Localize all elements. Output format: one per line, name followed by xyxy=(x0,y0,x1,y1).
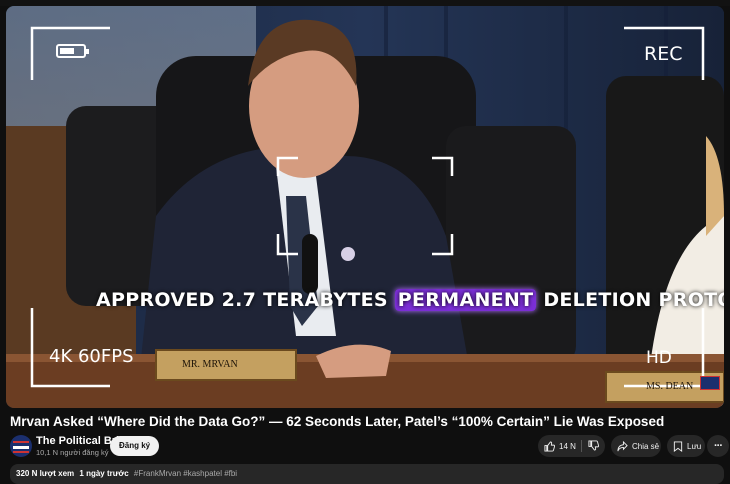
like-icon xyxy=(544,440,555,452)
channel-row: The Political Brief 10,1 N người đăng ký… xyxy=(10,432,729,460)
view-count: 320 N lượt xem xyxy=(16,469,75,478)
subscriber-count: 10,1 N người đăng ký xyxy=(36,448,109,457)
subscribe-button[interactable]: Đăng ký xyxy=(110,436,160,456)
channel-avatar[interactable] xyxy=(10,435,32,457)
caption-prefix: APPROVED 2.7 TERABYTES xyxy=(96,289,388,311)
description-box[interactable]: 320 N lượt xem 1 ngày trước #FrankMrvan … xyxy=(10,464,724,484)
save-button[interactable]: Lưu xyxy=(667,435,705,457)
hashtags[interactable]: #FrankMrvan #kashpatel #fbi xyxy=(134,469,237,478)
battery-icon xyxy=(56,44,89,58)
rec-label: REC xyxy=(644,43,683,65)
quality-label: HD xyxy=(646,348,672,368)
share-label: Chia sẻ xyxy=(632,441,660,451)
upload-age: 1 ngày trước xyxy=(79,469,129,478)
save-icon xyxy=(673,440,683,452)
caption: APPROVED 2.7 TERABYTES PERMANENT DELETIO… xyxy=(96,289,724,311)
share-button[interactable]: Chia sẻ xyxy=(611,435,661,457)
share-icon xyxy=(617,440,628,451)
more-icon: ··· xyxy=(714,440,723,452)
caption-highlight: PERMANENT xyxy=(394,289,537,311)
nameplate-left: MR. MRVAN xyxy=(182,359,238,370)
like-count: 14 N xyxy=(559,441,576,451)
more-button[interactable]: ··· xyxy=(707,435,729,457)
dislike-button[interactable] xyxy=(588,440,600,453)
video-player[interactable]: REC 4K 60FPS HD APPROVED 2.7 TERABYTES P… xyxy=(6,6,724,408)
like-button[interactable]: 14 N xyxy=(538,440,576,452)
nameplate-right: MS. DEAN xyxy=(646,381,694,392)
divider xyxy=(581,440,582,452)
video-title: Mrvan Asked “Where Did the Data Go?” — 6… xyxy=(10,414,665,429)
dislike-icon xyxy=(588,440,600,451)
channel-watermark xyxy=(700,376,720,390)
caption-suffix: DELETION PROTOCOL xyxy=(543,289,724,311)
like-dislike-group: 14 N xyxy=(538,435,605,457)
format-label: 4K 60FPS xyxy=(49,346,134,367)
save-label: Lưu xyxy=(687,441,702,451)
